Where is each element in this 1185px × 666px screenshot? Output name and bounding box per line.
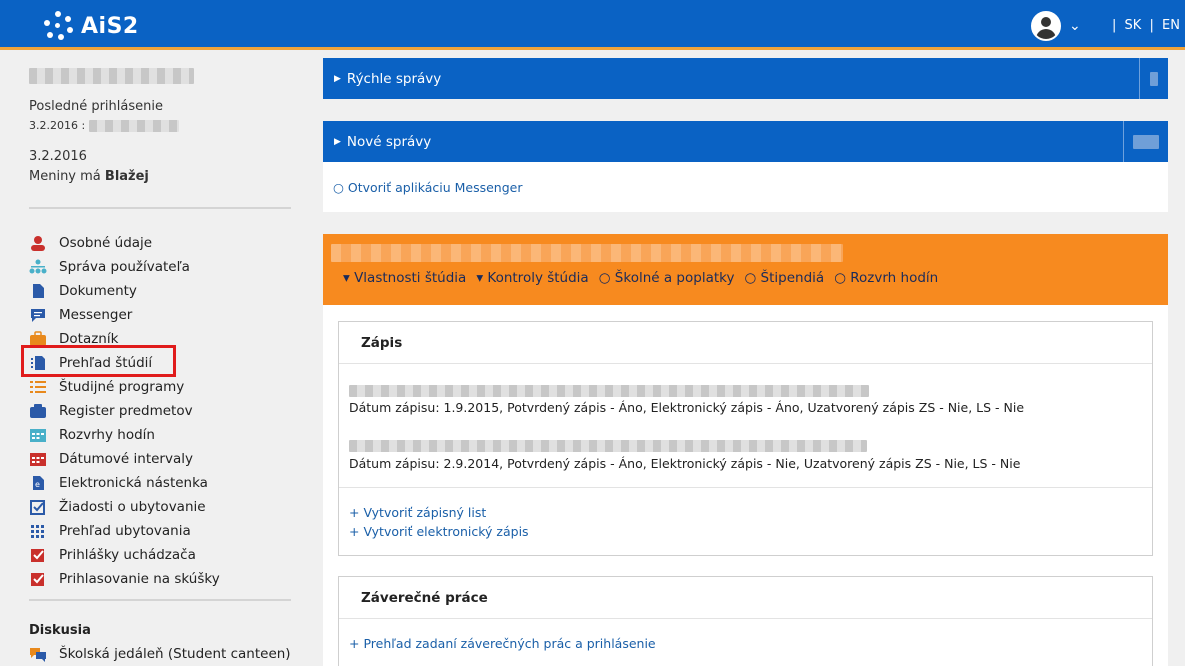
ais2-logo[interactable]: AiS2 — [43, 11, 139, 41]
folder-icon — [29, 403, 47, 419]
thesis-overview-link[interactable]: + Prehľad zadaní záverečných prác a prih… — [349, 636, 656, 651]
checked-box-icon — [29, 571, 47, 587]
thesis-card: Záverečné práce + Prehľad zadaní závereč… — [338, 576, 1153, 666]
new-messages-count[interactable] — [1123, 121, 1168, 162]
sidebar-item-elektronicka-nastenka[interactable]: e Elektronická nástenka — [29, 471, 220, 495]
quick-messages-toggle[interactable] — [1139, 58, 1168, 99]
open-messenger-link[interactable]: ○ Otvoriť aplikáciu Messenger — [333, 180, 523, 195]
chat-icon — [29, 307, 47, 323]
lang-separator: | — [1149, 18, 1154, 33]
chat-bubbles-icon — [29, 646, 47, 662]
user-name-redacted — [29, 68, 194, 84]
sidebar-item-ziadosti-o-ubytovanie[interactable]: Žiadosti o ubytovanie — [29, 495, 220, 519]
sidebar-item-prehlad-ubytovania[interactable]: Prehľad ubytovania — [29, 519, 220, 543]
nav-vlastnosti-studia[interactable]: ▾ Vlastnosti štúdia — [343, 270, 466, 286]
nav-stipendia[interactable]: ○ Štipendiá — [744, 270, 824, 286]
discussion-item-canteen[interactable]: Školská jedáleň (Student canteen) — [29, 643, 291, 665]
lang-sk-link[interactable]: SK — [1125, 18, 1142, 33]
study-body: Zápis Dátum zápisu: 1.9.2015, Potvrdený … — [323, 305, 1168, 666]
calendar-icon — [29, 451, 47, 467]
person-icon — [29, 235, 47, 251]
board-icon: e — [29, 475, 47, 491]
nav-skolne-a-poplatky[interactable]: ○ Školné a poplatky — [599, 270, 735, 286]
sidebar-item-register-predmetov[interactable]: Register predmetov — [29, 399, 220, 423]
caret-right-icon: ▶ — [334, 73, 341, 84]
enrollment-program-redacted — [349, 382, 869, 397]
list-icon — [29, 379, 47, 395]
check-box-icon — [29, 499, 47, 515]
sidebar-item-dokumenty[interactable]: Dokumenty — [29, 279, 220, 303]
quick-messages-title: Rýchle správy — [346, 70, 442, 87]
study-title-redacted — [331, 244, 843, 262]
divider — [339, 487, 1152, 488]
timetable-icon — [29, 427, 47, 443]
divider — [29, 207, 291, 209]
user-menu[interactable]: ⌄ — [1031, 11, 1081, 41]
logo-dots-icon — [43, 11, 73, 41]
avatar-icon[interactable] — [1031, 11, 1061, 41]
sidebar-item-osobne-udaje[interactable]: Osobné údaje — [29, 231, 220, 255]
svg-text:e: e — [35, 480, 40, 489]
create-enrollment-list-link[interactable]: + Vytvoriť zápisný list — [349, 505, 486, 520]
new-messages-header[interactable]: ▶ Nové správy — [323, 121, 1168, 162]
enrollment-program-redacted — [349, 437, 867, 452]
study-nav: ▾ Vlastnosti štúdia ▾ Kontroly štúdia ○ … — [343, 270, 938, 286]
discussion-title: Diskusia — [29, 623, 91, 638]
caret-right-icon: ▶ — [334, 136, 341, 147]
sidebar-menu: Osobné údaje Správa používateľa Dokument… — [29, 231, 220, 591]
nav-kontroly-studia[interactable]: ▾ Kontroly štúdia — [476, 270, 588, 286]
quick-messages-header[interactable]: ▶ Rýchle správy — [323, 58, 1168, 99]
enrollment-card: Zápis Dátum zápisu: 1.9.2015, Potvrdený … — [338, 321, 1153, 556]
document-icon — [29, 283, 47, 299]
study-header: ▾ Vlastnosti štúdia ▾ Kontroly štúdia ○ … — [323, 234, 1168, 305]
new-messages-body: ○ Otvoriť aplikáciu Messenger — [323, 162, 1168, 212]
checked-box-icon — [29, 547, 47, 563]
highlight-box — [21, 345, 176, 377]
grid-dots-icon — [29, 523, 47, 539]
last-login-date: 3.2.2016 : — [29, 119, 179, 132]
today-date: 3.2.2016 — [29, 149, 87, 164]
new-messages-title: Nové správy — [346, 133, 432, 150]
nameday: Meniny má Blažej — [29, 169, 149, 184]
enrollment-row: Dátum zápisu: 1.9.2015, Potvrdený zápis … — [349, 400, 1025, 415]
sidebar-item-messenger[interactable]: Messenger — [29, 303, 220, 327]
enrollment-title: Zápis — [339, 322, 1152, 364]
sidebar-item-rozvrhy-hodin[interactable]: Rozvrhy hodín — [29, 423, 220, 447]
sidebar-item-prihlasky-uchadzaca[interactable]: Prihlášky uchádzača — [29, 543, 220, 567]
chevron-down-icon[interactable]: ⌄ — [1069, 18, 1081, 34]
divider — [29, 599, 291, 601]
last-login-label: Posledné prihlásenie — [29, 99, 163, 114]
language-switcher: | SK | EN — [1110, 18, 1182, 33]
nav-rozvrh-hodin[interactable]: ○ Rozvrh hodín — [834, 270, 938, 286]
thesis-title: Záverečné práce — [339, 577, 1152, 619]
sidebar-item-studijne-programy[interactable]: Študijné programy — [29, 375, 220, 399]
top-bar: AiS2 ⌄ | SK | EN — [0, 0, 1185, 50]
create-electronic-enrollment-link[interactable]: + Vytvoriť elektronický zápis — [349, 524, 529, 539]
logo-text: AiS2 — [81, 13, 139, 39]
lang-en-link[interactable]: EN — [1162, 18, 1180, 33]
users-tree-icon — [29, 259, 47, 275]
sidebar-item-sprava-pouzivatela[interactable]: Správa používateľa — [29, 255, 220, 279]
sidebar-item-prihlasovanie-na-skusky[interactable]: Prihlasovanie na skúšky — [29, 567, 220, 591]
lang-separator: | — [1112, 18, 1117, 33]
enrollment-row: Dátum zápisu: 2.9.2014, Potvrdený zápis … — [349, 456, 1021, 471]
sidebar-item-datumove-intervaly[interactable]: Dátumové intervaly — [29, 447, 220, 471]
